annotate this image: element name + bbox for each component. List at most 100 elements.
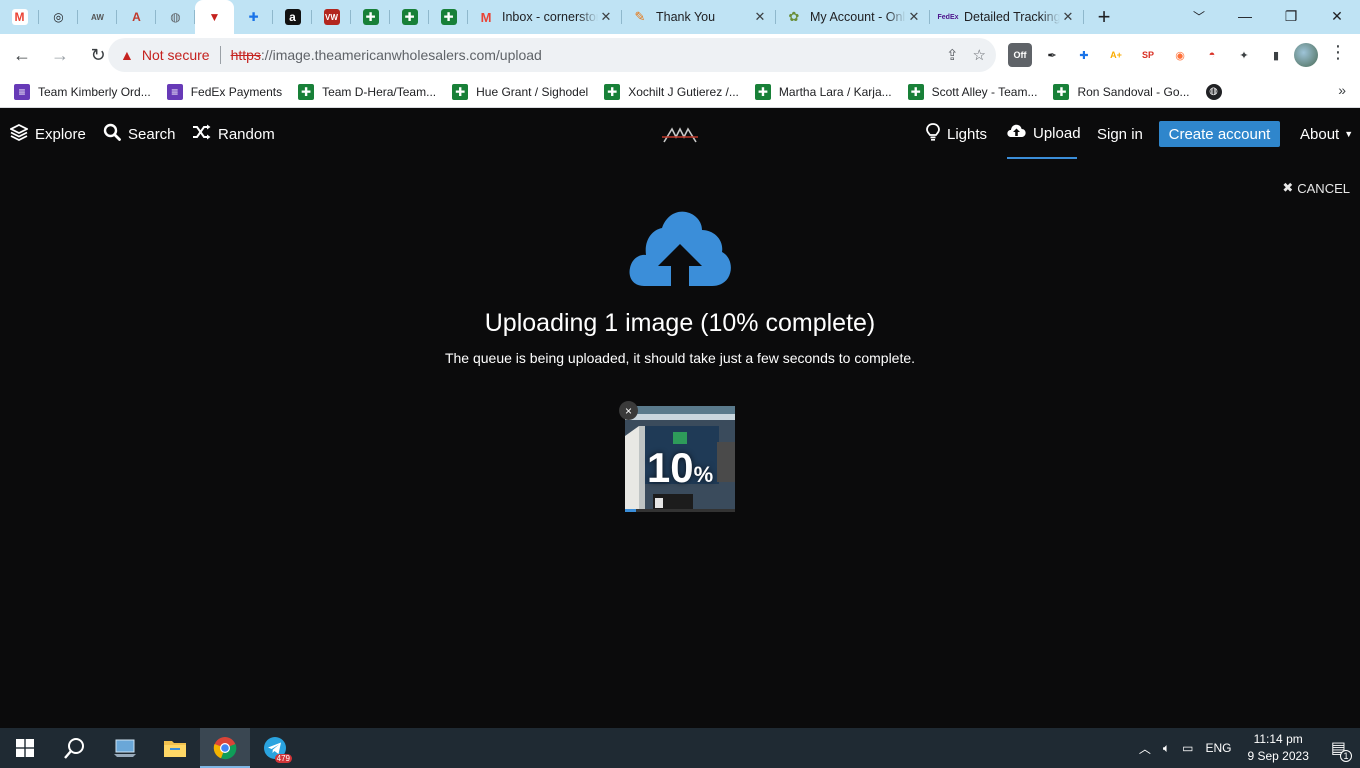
language-indicator[interactable]: ENG <box>1205 741 1231 755</box>
taskbar-chrome-icon[interactable] <box>200 728 250 768</box>
pinned-tab-aw-site-2[interactable]: A <box>117 0 156 34</box>
sidepanel-extension-icon[interactable]: ▮ <box>1264 43 1288 67</box>
aw-site-2-icon: A <box>132 10 141 24</box>
puzzle-extension-icon[interactable]: ✦ <box>1232 43 1256 67</box>
forward-button[interactable]: → <box>44 39 76 71</box>
pen-extension-icon[interactable]: ✒ <box>1040 43 1064 67</box>
new-tab-button[interactable]: + <box>1084 0 1124 34</box>
tray-chevron-up-icon[interactable]: ︿ <box>1139 740 1151 757</box>
cloud-upload-icon-large <box>629 211 731 288</box>
tab-3[interactable]: FedEx Detailed Tracking ✕ <box>930 0 1084 34</box>
address-bar[interactable]: ▲ Not secure https ://image.theamericanw… <box>108 38 996 72</box>
nav-random[interactable]: Random <box>192 109 275 159</box>
share-icon[interactable]: ⇪ <box>946 46 959 64</box>
firefox-extension-icon[interactable]: ◉ <box>1168 43 1192 67</box>
bookmark-icon: ✚ <box>907 83 924 100</box>
profile-avatar[interactable] <box>1294 43 1318 67</box>
bookmark-item[interactable]: ≡ Team Kimberly Ord... <box>14 83 151 100</box>
tab-search-icon[interactable]: ﹀ <box>1185 0 1213 32</box>
taskbar-search-icon[interactable] <box>50 728 100 768</box>
volume-icon[interactable]: 🔈︎ <box>1163 741 1170 756</box>
bookmark-item[interactable]: ✚ Xochilt J Gutierez /... <box>604 83 739 100</box>
start-button[interactable] <box>0 728 50 768</box>
bookmark-item[interactable]: ✚ Scott Alley - Team... <box>907 83 1038 100</box>
pokeball-extension-icon[interactable]: ◓ <box>1200 43 1224 67</box>
tab-close-icon[interactable]: ✕ <box>906 9 922 25</box>
remove-upload-button[interactable]: × <box>619 401 638 420</box>
tab-favicon-icon: ✿ <box>788 9 800 24</box>
cancel-upload-button[interactable]: ✖ CANCEL <box>1282 180 1350 196</box>
nav-upload[interactable]: Upload <box>1007 109 1081 159</box>
bookmark-label: Scott Alley - Team... <box>931 84 1038 99</box>
create-account-button[interactable]: Create account <box>1159 121 1280 147</box>
tab-title: Thank You <box>656 10 716 24</box>
pinned-tab-aw-site[interactable]: AW <box>78 0 117 34</box>
diamond-extension-icon[interactable]: ✚ <box>1072 43 1096 67</box>
bookmark-item[interactable]: ✚ Ron Sandoval - Go... <box>1053 83 1190 100</box>
pinned-tab-vw[interactable]: VW <box>312 0 351 34</box>
site-navbar: Explore Search Random Lights Upload Sign… <box>0 109 1360 159</box>
bookmark-icon: ≡ <box>14 83 30 100</box>
security-label[interactable]: Not secure <box>142 47 210 63</box>
nav-about[interactable]: About ▼ <box>1300 109 1353 159</box>
alert-extension-icon[interactable]: SP <box>1136 43 1160 67</box>
pinned-tab-active-site[interactable]: ▼ <box>195 0 234 34</box>
tab-0[interactable]: M Inbox - cornerstone✕ <box>468 0 622 34</box>
pinned-tab-sheets-2[interactable]: ✚ <box>390 0 429 34</box>
pinned-tab-sheets-1[interactable]: ✚ <box>351 0 390 34</box>
tab-2[interactable]: ✿ My Account - Online✕ <box>776 0 930 34</box>
network-icon[interactable]: ▭ <box>1182 741 1193 755</box>
diamond-ext-icon: ✚ <box>248 10 259 24</box>
pinned-tab-diamond-ext[interactable]: ✚ <box>234 0 273 34</box>
nav-sign-in[interactable]: Sign in <box>1097 109 1143 159</box>
nav-about-label: About <box>1300 125 1340 143</box>
maximize-button[interactable]: ❐ <box>1268 0 1314 32</box>
taskbar-telegram-icon[interactable]: 479 <box>250 728 300 768</box>
minimize-button[interactable]: — <box>1222 0 1268 32</box>
bookmark-icon: ✚ <box>1053 83 1070 100</box>
lightbulb-icon <box>926 122 940 146</box>
site-logo[interactable] <box>662 125 698 145</box>
notifications-icon[interactable]: ▤ 1 <box>1331 738 1352 762</box>
bookmark-globe[interactable]: ◍ <box>1205 83 1230 100</box>
bookmark-icon: ✚ <box>754 83 771 100</box>
bookmark-item[interactable]: ✚ Martha Lara / Karja... <box>754 83 892 100</box>
bookmark-item[interactable]: ✚ Hue Grant / Sighodel <box>452 83 588 100</box>
amazon-icon: a <box>284 9 301 25</box>
window-controls: — ❐ ✕ <box>1222 0 1360 32</box>
bookmark-item[interactable]: ✚ Team D-Hera/Team... <box>298 83 436 100</box>
boost-extension-icon[interactable]: A+ <box>1104 43 1128 67</box>
tab-close-icon[interactable]: ✕ <box>752 9 768 25</box>
taskbar-computer-icon[interactable] <box>100 728 150 768</box>
bookmark-star-icon[interactable]: ☆ <box>973 46 986 64</box>
tab-close-icon[interactable]: ✕ <box>1060 9 1076 25</box>
omnibox-actions: ⇪ ☆ <box>946 38 986 72</box>
tab-title: My Account - Online <box>810 10 906 24</box>
pinned-tab-amazon[interactable]: a <box>273 0 312 34</box>
off-extension-icon[interactable]: Off <box>1008 43 1032 67</box>
system-clock[interactable]: 11:14 pm 9 Sep 2023 <box>1247 731 1308 765</box>
layers-icon <box>8 123 30 146</box>
nav-search[interactable]: Search <box>103 109 176 159</box>
pinned-tab-gmail[interactable]: M <box>0 0 39 34</box>
nav-lights[interactable]: Lights <box>926 109 987 159</box>
close-window-button[interactable]: ✕ <box>1314 0 1360 32</box>
bookmarks-overflow-icon[interactable]: » <box>1338 82 1346 98</box>
taskbar-file-explorer-icon[interactable] <box>150 728 200 768</box>
tab-close-icon[interactable]: ✕ <box>598 9 614 25</box>
nav-random-label: Random <box>218 125 275 143</box>
nav-explore[interactable]: Explore <box>8 109 86 159</box>
tab-favicon-icon: ✎ <box>634 9 646 24</box>
globe-icon: ◍ <box>170 10 181 24</box>
bookmark-item[interactable]: ≡ FedEx Payments <box>166 83 282 100</box>
active-site-icon: ▼ <box>208 10 221 24</box>
clock-time: 11:14 pm <box>1253 732 1303 746</box>
back-button[interactable]: ← <box>6 39 38 71</box>
browser-menu-icon[interactable]: ⋮ <box>1328 42 1348 68</box>
warning-icon[interactable]: ▲ <box>120 47 134 63</box>
upload-progress-bar <box>625 509 735 512</box>
pinned-tab-globe[interactable]: ◍ <box>156 0 195 34</box>
pinned-tab-chatgpt[interactable]: ◎ <box>39 0 78 34</box>
pinned-tab-sheets-3[interactable]: ✚ <box>429 0 468 34</box>
tab-1[interactable]: ✎ Thank You ✕ <box>622 0 776 34</box>
